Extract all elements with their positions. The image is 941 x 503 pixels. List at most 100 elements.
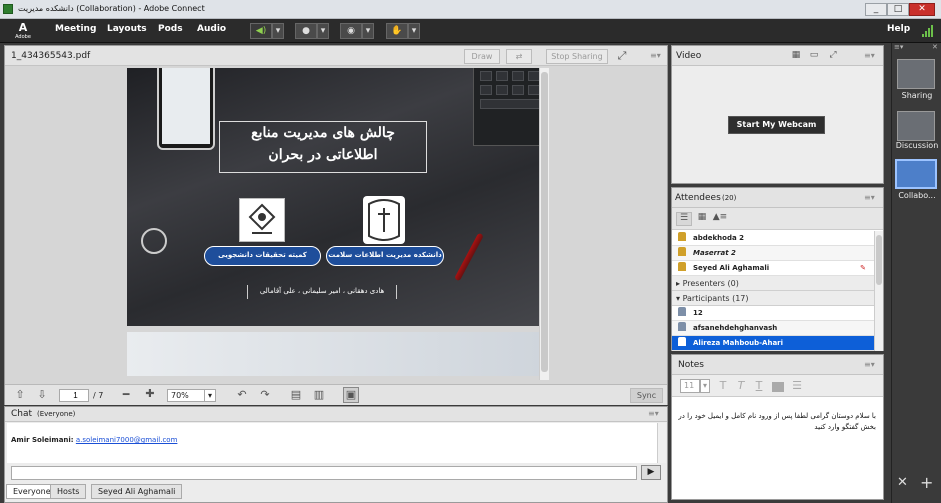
attendees-count: (20) (722, 194, 737, 202)
share-toolbar: ⇧ ⇩ / 7 ━ ✚ 70% ▾ ↶ ↷ ▤ ▥ ▣ Sync (5, 384, 667, 405)
attendee-row[interactable]: 12 (672, 306, 874, 321)
page-number-input[interactable] (59, 389, 89, 402)
minimize-button[interactable]: _ (865, 3, 887, 16)
host-icon (678, 232, 686, 241)
video-grid-icon[interactable]: ▦ (788, 50, 804, 60)
microphone-icon[interactable]: ● (295, 23, 317, 39)
layout-thumb-discussion[interactable] (897, 111, 935, 141)
chat-pod-header: Chat (Everyone) ≡▾ (5, 407, 667, 422)
menu-audio[interactable]: Audio (197, 24, 226, 34)
attendees-title: Attendees (675, 193, 721, 203)
share-vertical-scrollbar[interactable] (539, 68, 549, 380)
attendee-row[interactable]: Seyed Ali Aghamali ✎ (672, 261, 874, 276)
attendee-row-selected[interactable]: Alireza Mahboub-Ahari (672, 336, 874, 351)
chat-scrollbar[interactable] (657, 423, 666, 463)
sort-icon[interactable]: ▲≡ (712, 212, 728, 222)
menu-pods[interactable]: Pods (158, 24, 183, 34)
attendee-row[interactable]: abdekhoda 2 (672, 231, 874, 246)
speaker-icon[interactable]: ◀) (250, 23, 272, 39)
stop-sharing-button[interactable]: Stop Sharing (546, 49, 608, 64)
text-color-icon[interactable] (772, 382, 784, 392)
zoom-select[interactable]: 70% (167, 389, 205, 402)
zoom-out-icon[interactable]: ━ (119, 388, 133, 401)
zoom-in-icon[interactable]: ✚ (143, 387, 157, 400)
chat-messages: Amir Soleimani: a.soleimani7000@gmail.co… (7, 423, 657, 463)
chat-tab-private[interactable]: Seyed Ali Aghamali (91, 484, 183, 499)
slide-title: چالش های مدیریت منابع اطلاعاتی در بحران (219, 121, 427, 173)
menu-meeting[interactable]: Meeting (55, 24, 96, 34)
add-layout-icon[interactable]: + (920, 473, 933, 492)
chat-scope: (Everyone) (37, 410, 76, 418)
layout-label-collaboration: Collabo... (898, 191, 936, 200)
layout-settings-icon[interactable]: ✕ (897, 475, 908, 490)
breakout-view-icon[interactable]: ▦ (694, 212, 710, 222)
font-size-chevron-down-icon[interactable]: ▾ (700, 379, 710, 393)
italic-icon[interactable]: T (734, 379, 748, 392)
whiteboard-icon[interactable]: ▣ (343, 387, 359, 403)
rotate-left-icon[interactable]: ↶ (235, 388, 249, 401)
participants-section[interactable]: ▾ Participants (17) (672, 291, 874, 306)
rotate-right-icon[interactable]: ↷ (258, 388, 272, 401)
webcam-menu-chevron-icon[interactable]: ▾ (362, 23, 374, 39)
sync-button[interactable]: Sync (630, 388, 663, 403)
menu-layouts[interactable]: Layouts (107, 24, 147, 34)
chat-tab-hosts[interactable]: Hosts (50, 484, 87, 499)
fit-width-icon[interactable]: ▤ (289, 388, 303, 401)
notes-pod: Notes ≡▾ 11 ▾ T T T ☰ با سلام دوستان گرا… (671, 354, 884, 500)
annotate-icon[interactable]: ⇄ (506, 49, 532, 64)
chat-input[interactable] (11, 466, 637, 480)
start-webcam-button[interactable]: Start My Webcam (728, 116, 825, 134)
previous-page-icon[interactable]: ⇧ (13, 388, 27, 401)
help-menu[interactable]: Help (887, 24, 910, 34)
page-total: / 7 (93, 391, 104, 400)
fullscreen-icon[interactable]: ⤢ (615, 49, 629, 63)
sidebar-close-icon[interactable]: ✕ (932, 43, 938, 51)
layout-thumb-sharing[interactable] (897, 59, 935, 89)
participant-icon (678, 337, 686, 346)
underline-icon[interactable]: T (752, 379, 766, 392)
video-filmstrip-icon[interactable]: ▭ (806, 50, 822, 60)
speaker-menu-chevron-icon[interactable]: ▾ (272, 23, 284, 39)
font-size-select[interactable]: 11 (680, 379, 700, 393)
draw-button[interactable]: Draw (464, 49, 500, 64)
attendees-options-icon[interactable]: ≡▾ (864, 193, 875, 202)
fit-page-icon[interactable]: ▥ (312, 388, 326, 401)
status-menu-chevron-icon[interactable]: ▾ (408, 23, 420, 39)
slide-next-page-preview (127, 332, 539, 376)
attendees-pod-header: Attendees (20) ≡▾ (672, 188, 883, 208)
layout-thumb-collaboration[interactable] (895, 159, 937, 189)
close-window-button[interactable]: ✕ (909, 3, 935, 16)
maximize-button[interactable]: □ (887, 3, 909, 16)
presenters-section[interactable]: ▸ Presenters (0) (672, 276, 874, 291)
send-message-icon[interactable]: ▶ (641, 465, 661, 480)
attendee-row[interactable]: Maserrat 2 (672, 246, 874, 261)
zoom-chevron-down-icon[interactable]: ▾ (204, 389, 216, 402)
notes-options-icon[interactable]: ≡▾ (864, 360, 875, 369)
pod-options-icon[interactable]: ≡▾ (650, 51, 661, 60)
attendee-row[interactable]: afsanehdehghanvash (672, 321, 874, 336)
notes-pod-header: Notes ≡▾ (672, 355, 883, 375)
video-options-icon[interactable]: ≡▾ (864, 51, 875, 60)
list-view-icon[interactable]: ☰ (676, 212, 692, 226)
adobe-logo: A Adobe (15, 21, 31, 40)
video-pod: Video ▦ ▭ ⤢ ≡▾ Start My Webcam (671, 45, 884, 184)
chat-options-icon[interactable]: ≡▾ (648, 409, 659, 418)
raise-hand-icon[interactable]: ✋ (386, 23, 408, 39)
video-fullscreen-icon[interactable]: ⤢ (826, 50, 840, 60)
notes-toolbar: 11 ▾ T T T ☰ (672, 375, 883, 397)
microphone-menu-chevron-icon[interactable]: ▾ (317, 23, 329, 39)
webcam-icon[interactable]: ◉ (340, 23, 362, 39)
bold-icon[interactable]: T (716, 379, 730, 392)
sidebar-menu-icon[interactable]: ≡▾ (894, 43, 903, 51)
notes-text[interactable]: با سلام دوستان گرامی لطفا پس از ورود نام… (678, 411, 876, 433)
video-title: Video (676, 51, 702, 61)
next-page-icon[interactable]: ⇩ (35, 388, 49, 401)
attendees-list: abdekhoda 2 Maserrat 2 Seyed Ali Aghamal… (672, 231, 874, 351)
slide-committee-badge: کمیته تحقیقات دانشجویی (204, 246, 321, 266)
chat-message: Amir Soleimani: a.soleimani7000@gmail.co… (11, 436, 177, 444)
attendees-scrollbar[interactable] (874, 231, 883, 351)
bullet-list-icon[interactable]: ☰ (790, 379, 804, 392)
share-pod-header: 1_434365543.pdf Draw ⇄ Stop Sharing ⤢ ≡▾ (5, 46, 667, 66)
chat-message-link[interactable]: a.soleimani7000@gmail.com (76, 436, 178, 444)
slide-pen-image (454, 232, 484, 282)
